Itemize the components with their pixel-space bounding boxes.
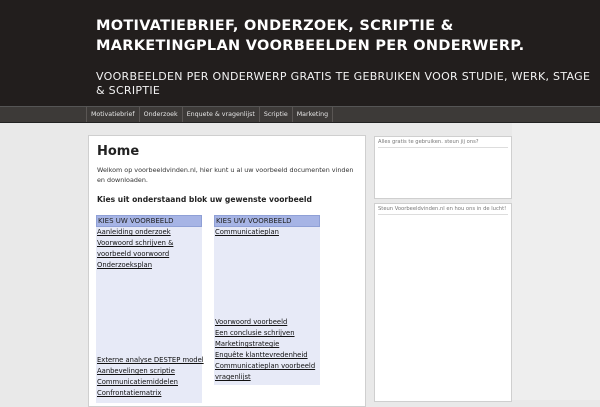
example-link[interactable]: Aanbevelingen scriptie	[96, 366, 202, 377]
example-link[interactable]: Enquête klanttevredenheid	[214, 350, 320, 361]
main-content: Home Welkom op voorbeeldvinden.nl, hier …	[88, 135, 366, 407]
widget-title: Alles gratis te gebruiken. steun jij ons…	[378, 139, 508, 148]
nav-item-marketing[interactable]: Marketing	[293, 107, 334, 122]
site-description: VOORBEELDEN PER ONDERWERP GRATIS TE GEBR…	[96, 70, 591, 97]
example-link[interactable]: Communicatieplan	[214, 227, 320, 238]
example-link[interactable]: Communicatieplan voorbeeld vragenlijst	[214, 361, 317, 383]
page-title: Home	[97, 144, 140, 159]
nav-item-motivatiebrief[interactable]: Motivatiebrief	[86, 107, 140, 122]
sidebar: Alles gratis te gebruiken. steun jij ons…	[374, 136, 512, 402]
block-subheading: Kies uit onderstaand blok uw gewenste vo…	[97, 195, 312, 204]
empty-space	[96, 271, 202, 355]
nav-item-scriptie[interactable]: Scriptie	[260, 107, 293, 122]
sidebar-widget-donate: Steun Voorbeeldvinden.nl en hou ons in d…	[374, 203, 512, 402]
empty-space	[214, 238, 320, 317]
sidebar-widget-support: Alles gratis te gebruiken. steun jij ons…	[374, 136, 512, 199]
widget-title: Steun Voorbeeldvinden.nl en hou ons in d…	[378, 206, 508, 215]
example-link[interactable]: Voorwoord schrijven & voorbeeld voorwoor…	[96, 238, 202, 260]
example-link[interactable]: Confrontatiematrix	[96, 388, 202, 399]
example-link[interactable]: Voorwoord voorbeeld	[214, 317, 320, 328]
example-link[interactable]: Marketingstrategie	[214, 339, 320, 350]
page-background-strip	[512, 123, 600, 400]
site-title[interactable]: MOTIVATIEBRIEF, ONDERZOEK, SCRIPTIE & MA…	[96, 16, 586, 56]
main-navigation: Motivatiebrief Onderzoek Enquete & vrage…	[0, 106, 600, 123]
example-block-left: KIES UW VOORBEELD Aanleiding onderzoek V…	[96, 215, 204, 403]
example-link[interactable]: Onderzoeksplan	[96, 260, 202, 271]
intro-text: Welkom op voorbeeldvinden.nl, hier kunt …	[97, 166, 354, 184]
example-block-right: KIES UW VOORBEELD Communicatieplan Voorw…	[214, 215, 320, 385]
block-caption: KIES UW VOORBEELD	[214, 215, 320, 227]
example-link[interactable]: Externe analyse DESTEP model	[96, 355, 204, 366]
example-link[interactable]: Aanleiding onderzoek	[96, 227, 202, 238]
nav-item-onderzoek[interactable]: Onderzoek	[140, 107, 183, 122]
site-header: MOTIVATIEBRIEF, ONDERZOEK, SCRIPTIE & MA…	[0, 0, 600, 106]
nav-item-enquete[interactable]: Enquete & vragenlijst	[183, 107, 260, 122]
block-caption: KIES UW VOORBEELD	[96, 215, 202, 227]
example-link[interactable]: Een conclusie schrijven	[214, 328, 320, 339]
example-link[interactable]: Communicatiemiddelen	[96, 377, 202, 388]
